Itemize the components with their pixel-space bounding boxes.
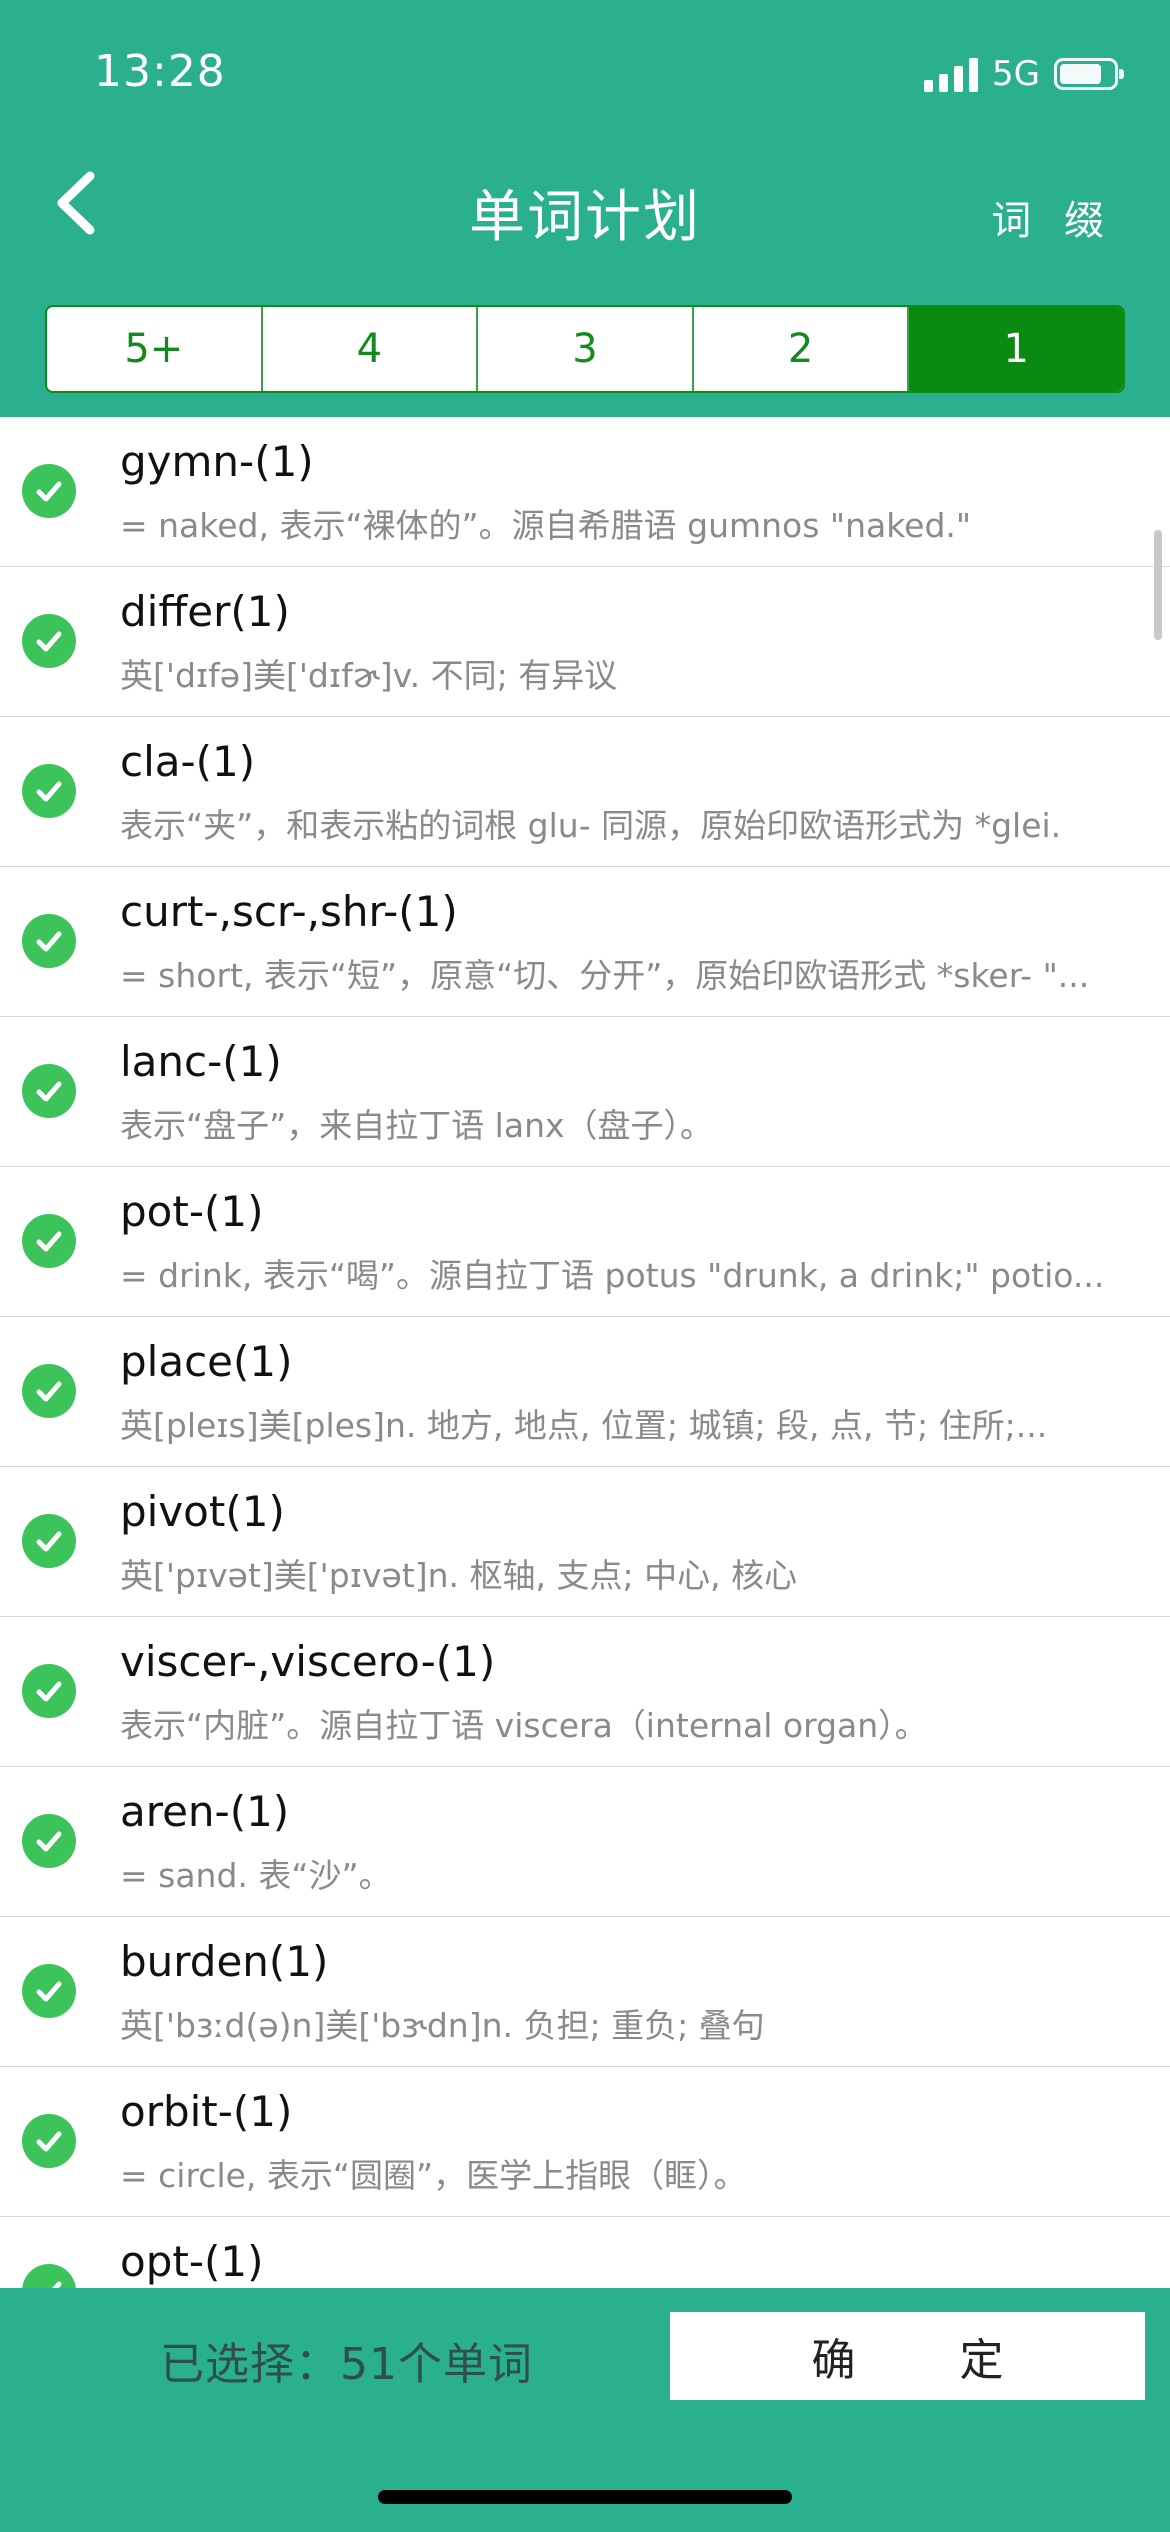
word-title: cla-(1): [120, 737, 256, 786]
list-item[interactable]: gymn-(1) = naked, 表示“裸体的”。源自希腊语 gumnos "n…: [0, 417, 1170, 567]
word-definition: = naked, 表示“裸体的”。源自希腊语 gumnos "naked.": [120, 506, 972, 545]
word-definition: 英['bɜːd(ə)n]美['bɝdn]n. 负担; 重负; 叠句: [120, 2006, 765, 2045]
list-item[interactable]: lanc-(1) 表示“盘子”，来自拉丁语 lanx（盘子）。: [0, 1017, 1170, 1167]
word-definition: 英['pɪvət]美['pɪvət]n. 枢轴, 支点; 中心, 核心: [120, 1556, 798, 1595]
status-icons: 5G: [924, 50, 1124, 98]
tab-level-0[interactable]: 5+: [47, 307, 263, 391]
list-item[interactable]: place(1) 英[pleɪs]美[ples]n. 地方, 地点, 位置; 城镇…: [0, 1317, 1170, 1467]
word-title: orbit-(1): [120, 2087, 293, 2136]
level-tabs: 5+ 4 3 2 1: [45, 305, 1125, 393]
word-title: differ(1): [120, 587, 290, 636]
header: 13:28 5G 单词计划 词 缀 5+ 4 3 2 1: [0, 0, 1170, 417]
list-item[interactable]: pivot(1) 英['pɪvət]美['pɪvət]n. 枢轴, 支点; 中心,…: [0, 1467, 1170, 1617]
word-title: lanc-(1): [120, 1037, 282, 1086]
checkmark-icon[interactable]: [22, 464, 76, 518]
tab-level-4[interactable]: 1: [909, 307, 1123, 391]
list-item[interactable]: burden(1) 英['bɜːd(ə)n]美['bɝdn]n. 负担; 重负; …: [0, 1917, 1170, 2067]
word-definition: = drink, 表示“喝”。源自拉丁语 potus "drunk, a dri…: [120, 1256, 1105, 1295]
checkmark-icon[interactable]: [22, 2264, 76, 2288]
list-item[interactable]: cla-(1) 表示“夹”，和表示粘的词根 glu- 同源，原始印欧语形式为 *g…: [0, 717, 1170, 867]
word-title: aren-(1): [120, 1787, 290, 1836]
checkmark-icon[interactable]: [22, 1214, 76, 1268]
word-definition: 表示“夹”，和表示粘的词根 glu- 同源，原始印欧语形式为 *glei.: [120, 806, 1062, 845]
affix-button[interactable]: 词 缀: [991, 188, 1114, 246]
status-time: 13:28: [94, 46, 226, 97]
word-definition: 英[pleɪs]美[ples]n. 地方, 地点, 位置; 城镇; 段, 点, …: [120, 1406, 1048, 1445]
list-item[interactable]: curt-,scr-,shr-(1) = short, 表示“短”，原意“切、分开…: [0, 867, 1170, 1017]
word-title: burden(1): [120, 1937, 329, 1986]
list-item[interactable]: opt-(1): [0, 2217, 1170, 2288]
word-title: curt-,scr-,shr-(1): [120, 887, 458, 936]
word-definition: = sand. 表“沙”。: [120, 1856, 392, 1895]
word-definition: = short, 表示“短”，原意“切、分开”，原始印欧语形式 *sker- "…: [120, 956, 1090, 995]
network-label: 5G: [992, 54, 1040, 94]
word-title: pot-(1): [120, 1187, 264, 1236]
scrollbar[interactable]: [1154, 530, 1162, 640]
confirm-button[interactable]: 确 定: [670, 2312, 1145, 2400]
checkmark-icon[interactable]: [22, 1514, 76, 1568]
word-title: gymn-(1): [120, 437, 314, 486]
list-item[interactable]: viscer-,viscero-(1) 表示“内脏”。源自拉丁语 viscera（…: [0, 1617, 1170, 1767]
word-definition: = circle, 表示“圆圈”，医学上指眼（眶）。: [120, 2156, 747, 2195]
tab-level-2[interactable]: 3: [478, 307, 694, 391]
list-item[interactable]: pot-(1) = drink, 表示“喝”。源自拉丁语 potus "drunk…: [0, 1167, 1170, 1317]
checkmark-icon[interactable]: [22, 1064, 76, 1118]
list-item[interactable]: orbit-(1) = circle, 表示“圆圈”，医学上指眼（眶）。: [0, 2067, 1170, 2217]
word-title: viscer-,viscero-(1): [120, 1637, 496, 1686]
list-item[interactable]: aren-(1) = sand. 表“沙”。: [0, 1767, 1170, 1917]
word-definition: 表示“内脏”。源自拉丁语 viscera（internal organ）。: [120, 1706, 928, 1745]
word-list[interactable]: gymn-(1) = naked, 表示“裸体的”。源自希腊语 gumnos "n…: [0, 417, 1170, 2288]
tab-level-3[interactable]: 2: [694, 307, 910, 391]
battery-icon: [1054, 58, 1124, 90]
checkmark-icon[interactable]: [22, 1964, 76, 2018]
word-title: place(1): [120, 1337, 293, 1386]
word-title: pivot(1): [120, 1487, 285, 1536]
home-indicator: [378, 2490, 792, 2504]
checkmark-icon[interactable]: [22, 1664, 76, 1718]
signal-icon: [924, 56, 979, 92]
selected-count: 已选择：51个单词: [160, 2339, 533, 2390]
tab-level-1[interactable]: 4: [263, 307, 479, 391]
checkmark-icon[interactable]: [22, 2114, 76, 2168]
checkmark-icon[interactable]: [22, 1814, 76, 1868]
checkmark-icon[interactable]: [22, 914, 76, 968]
word-definition: 英['dɪfə]美['dɪfɚ]v. 不同; 有异议: [120, 656, 618, 695]
checkmark-icon[interactable]: [22, 1364, 76, 1418]
checkmark-icon[interactable]: [22, 614, 76, 668]
word-title: opt-(1): [120, 2237, 264, 2286]
word-definition: 表示“盘子”，来自拉丁语 lanx（盘子）。: [120, 1106, 714, 1145]
checkmark-icon[interactable]: [22, 764, 76, 818]
list-item[interactable]: differ(1) 英['dɪfə]美['dɪfɚ]v. 不同; 有异议: [0, 567, 1170, 717]
